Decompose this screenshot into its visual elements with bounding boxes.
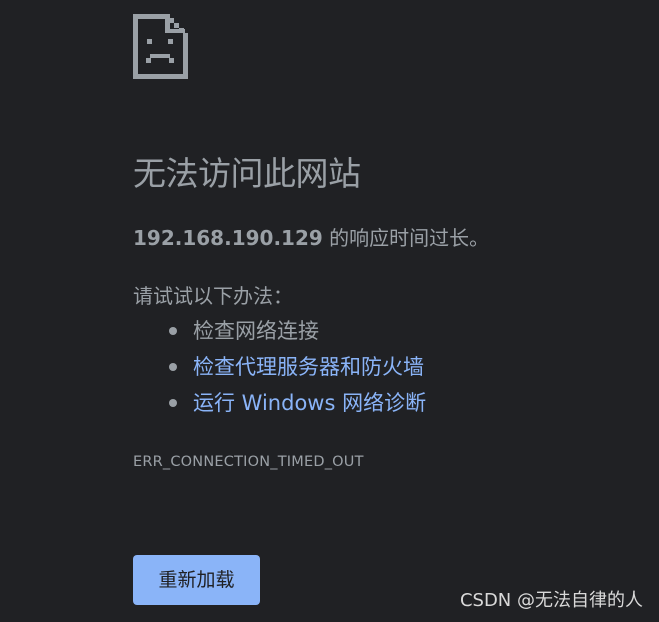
bullet-icon bbox=[169, 363, 177, 371]
host-address: 192.168.190.129 bbox=[133, 226, 323, 250]
suggestions-list: 检查网络连接 检查代理服务器和防火墙 运行 Windows 网络诊断 bbox=[133, 315, 426, 423]
watermark: CSDN @无法自律的人 bbox=[459, 590, 643, 611]
reload-button[interactable]: 重新加载 bbox=[133, 555, 260, 605]
suggestion-label: 检查网络连接 bbox=[193, 319, 319, 343]
suggestion-windows-diagnostics: 运行 Windows 网络诊断 bbox=[133, 387, 426, 423]
bullet-icon bbox=[169, 399, 177, 407]
page-title: 无法访问此网站 bbox=[133, 154, 361, 193]
suggestion-check-network: 检查网络连接 bbox=[133, 315, 426, 351]
bullet-icon bbox=[169, 327, 177, 335]
sad-page-icon bbox=[133, 14, 188, 79]
error-summary: 192.168.190.129 的响应时间过长。 bbox=[133, 222, 489, 254]
windows-network-diagnostics-link[interactable]: 运行 Windows 网络诊断 bbox=[193, 391, 426, 415]
check-proxy-firewall-link[interactable]: 检查代理服务器和防火墙 bbox=[193, 355, 424, 379]
suggestions-heading: 请试试以下办法： bbox=[133, 284, 293, 308]
suggestion-check-proxy-firewall: 检查代理服务器和防火墙 bbox=[133, 351, 426, 387]
error-code: ERR_CONNECTION_TIMED_OUT bbox=[133, 454, 364, 470]
summary-message: 的响应时间过长。 bbox=[322, 226, 490, 250]
